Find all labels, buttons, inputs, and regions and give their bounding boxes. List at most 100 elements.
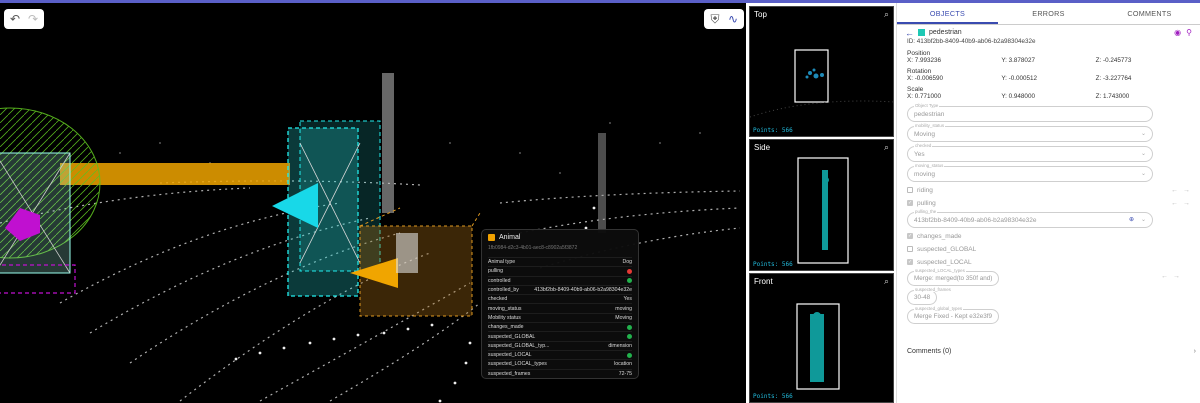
prev-next-arrows-icon[interactable]: ←→ (1161, 273, 1192, 280)
popup-attribute-row: controlled (488, 275, 632, 285)
suspected-global-types-field[interactable]: suspected_global_types Merge Fixed - Kep… (907, 306, 1000, 324)
position-values: X: 7.993236 Y: 3.878027 Z: -0.245773 (897, 57, 1200, 66)
pulling-the-select[interactable]: pulling_the 413bf2bb-8409-40b9-ab06-b2a9… (907, 209, 1153, 228)
checkbox-icon[interactable] (907, 246, 913, 252)
comments-section-title[interactable]: Comments (0) (907, 348, 951, 355)
top-view-panel[interactable]: Top ⌕ Points: 566 (749, 6, 894, 137)
chevron-right-icon[interactable]: › (1194, 348, 1196, 355)
rotation-x: X: -0.006590 (907, 75, 944, 82)
changes-made-checkbox[interactable]: ✓ changes_made (907, 231, 1200, 241)
popup-attribute-row: suspected_frames 72-75 (488, 368, 632, 378)
mobility-status-select[interactable]: mobility_status Moving ⌄ (907, 123, 1153, 142)
object-type-select[interactable]: Object Type pedestrian (907, 103, 1153, 122)
checkbox-icon[interactable]: ✓ (907, 259, 913, 265)
suspected-local-label: suspected_LOCAL (917, 258, 972, 266)
target-icon[interactable]: ⊕ (1129, 216, 1134, 225)
status-dot-icon (627, 324, 632, 330)
status-dot-icon (627, 352, 632, 358)
eye-icon[interactable]: ◉ (1174, 28, 1181, 37)
pulling-the-value: 413bf2bb-8409-40b9-ab06-b2a98304e32e (914, 217, 1037, 224)
suspected-local-types-value: Merge: merged(to 350f and) (914, 275, 993, 282)
checkbox-icon[interactable] (907, 187, 913, 193)
mobility-status-value: Moving (914, 131, 935, 138)
side-view-panel[interactable]: Side ⌕ Points: 566 (749, 139, 894, 271)
attribute-value: Moving (615, 314, 632, 321)
trend-icon[interactable]: ∿ (727, 13, 739, 25)
attribute-key: Animal type (488, 259, 516, 266)
suspected-local-types-field[interactable]: suspected_LOCAL_types Merge: merged(to 3… (907, 268, 1000, 286)
changes-made-label: changes_made (917, 232, 962, 240)
tab-objects[interactable]: OBJECTS (897, 3, 998, 24)
annotation-panel: OBJECTS ERRORS COMMENTS ← pedestrian ◉ ⚲… (896, 3, 1200, 403)
prev-next-arrows-icon[interactable]: ←→ (1171, 200, 1192, 207)
tab-errors[interactable]: ERRORS (998, 3, 1099, 24)
popup-attribute-row: moving_status moving (488, 303, 632, 312)
history-toolbar: ↶ ↷ (4, 9, 44, 29)
suspected-frames-label: suspected_frames (914, 287, 952, 292)
chevron-down-icon: ⌄ (1140, 217, 1146, 223)
object-type-value: pedestrian (914, 111, 945, 118)
rotation-label: Rotation (907, 68, 932, 75)
pulling-checkbox[interactable]: ✓ pulling ←→ (907, 198, 1200, 208)
popup-attribute-row: Mobility status Moving (488, 312, 632, 322)
left-bounding-box[interactable] (0, 152, 71, 274)
redo-icon[interactable]: ↷ (27, 13, 39, 25)
object-header: ← pedestrian ◉ ⚲ (897, 25, 1200, 38)
tab-comments[interactable]: COMMENTS (1099, 3, 1200, 24)
attribute-key: pulling (488, 268, 503, 275)
riding-label: riding (917, 186, 933, 194)
rotation-values: X: -0.006590 Y: -0.000512 Z: -3.227764 (897, 75, 1200, 84)
location-pin-icon[interactable]: ⚲ (1186, 28, 1192, 37)
position-y: Y: 3.878027 (1001, 57, 1035, 64)
suspected-local-types-label: suspected_LOCAL_types (914, 268, 966, 273)
popup-attribute-row: suspected_LOCAL_types location (488, 359, 632, 368)
scale-z: Z: 1.743000 (1095, 93, 1130, 100)
suspected-global-checkbox[interactable]: suspected_GLOBAL (907, 244, 1200, 254)
tree-pole (382, 73, 394, 213)
scale-values: X: 0.771000 Y: 0.948000 Z: 1.743000 (897, 93, 1200, 102)
attribute-key: checked (488, 296, 508, 303)
attribute-key: suspected_LOCAL (488, 352, 532, 359)
moving-status-label: moving_status (914, 163, 945, 168)
popup-attribute-row: suspected_GLOBAL_typ... dimension (488, 340, 632, 350)
attribute-key: suspected_frames (488, 370, 531, 377)
object-color-swatch (488, 234, 495, 241)
popup-attribute-row: suspected_LOCAL (488, 349, 632, 359)
shield-icon[interactable]: ⛨ (709, 13, 721, 25)
suspected-frames-field[interactable]: suspected_frames 30-48 (907, 287, 952, 305)
mobility-status-label: mobility_status (914, 123, 946, 128)
attribute-key: suspected_LOCAL_types (488, 361, 547, 368)
back-arrow-icon[interactable]: ← (905, 28, 914, 38)
position-z: Z: -0.245773 (1095, 57, 1132, 64)
checkbox-icon[interactable]: ✓ (907, 200, 913, 206)
checked-label: checked (914, 143, 933, 148)
suspected-local-checkbox[interactable]: ✓ suspected_LOCAL (907, 257, 1200, 267)
3d-viewport[interactable]: ↶ ↷ ⛨ ∿ Animal 1fb0984-d2c3-4b01-aec8-c8… (0, 3, 746, 403)
attribute-key: suspected_GLOBAL (488, 333, 536, 340)
top-points-count: Points: 566 (753, 127, 793, 134)
object-name: pedestrian (929, 29, 962, 36)
front-view-panel[interactable]: Front ⌕ Points: 566 (749, 273, 894, 403)
riding-checkbox[interactable]: riding ←→ (907, 185, 1200, 195)
popup-attribute-row: checked Yes (488, 294, 632, 303)
popup-attribute-row: pulling (488, 266, 632, 275)
chevron-down-icon: ⌄ (1140, 151, 1146, 157)
object-id: ID: 413bf2bb-8409-40b9-ab06-b2a98304e32e (907, 38, 1036, 45)
pulling-the-label: pulling_the (914, 209, 938, 214)
attribute-value: Yes (623, 296, 632, 303)
checkbox-icon[interactable]: ✓ (907, 233, 913, 239)
moving-status-value: moving (914, 171, 935, 178)
status-dot-icon (627, 278, 632, 284)
suspected-global-label: suspected_GLOBAL (917, 245, 977, 253)
popup-attribute-row: suspected_GLOBAL (488, 331, 632, 340)
undo-icon[interactable]: ↶ (9, 13, 21, 25)
side-view-canvas (797, 157, 849, 264)
chevron-down-icon: ⌄ (1140, 131, 1146, 137)
popup-attribute-row: Animal type Dog (488, 257, 632, 266)
pulling-label: pulling (917, 199, 936, 207)
attribute-value: location (614, 361, 632, 368)
suspected-global-types-label: suspected_global_types (914, 306, 964, 311)
checked-select[interactable]: checked Yes ⌄ (907, 143, 1153, 162)
prev-next-arrows-icon[interactable]: ←→ (1171, 187, 1192, 194)
moving-status-select[interactable]: moving_status moving ⌄ (907, 163, 1153, 182)
